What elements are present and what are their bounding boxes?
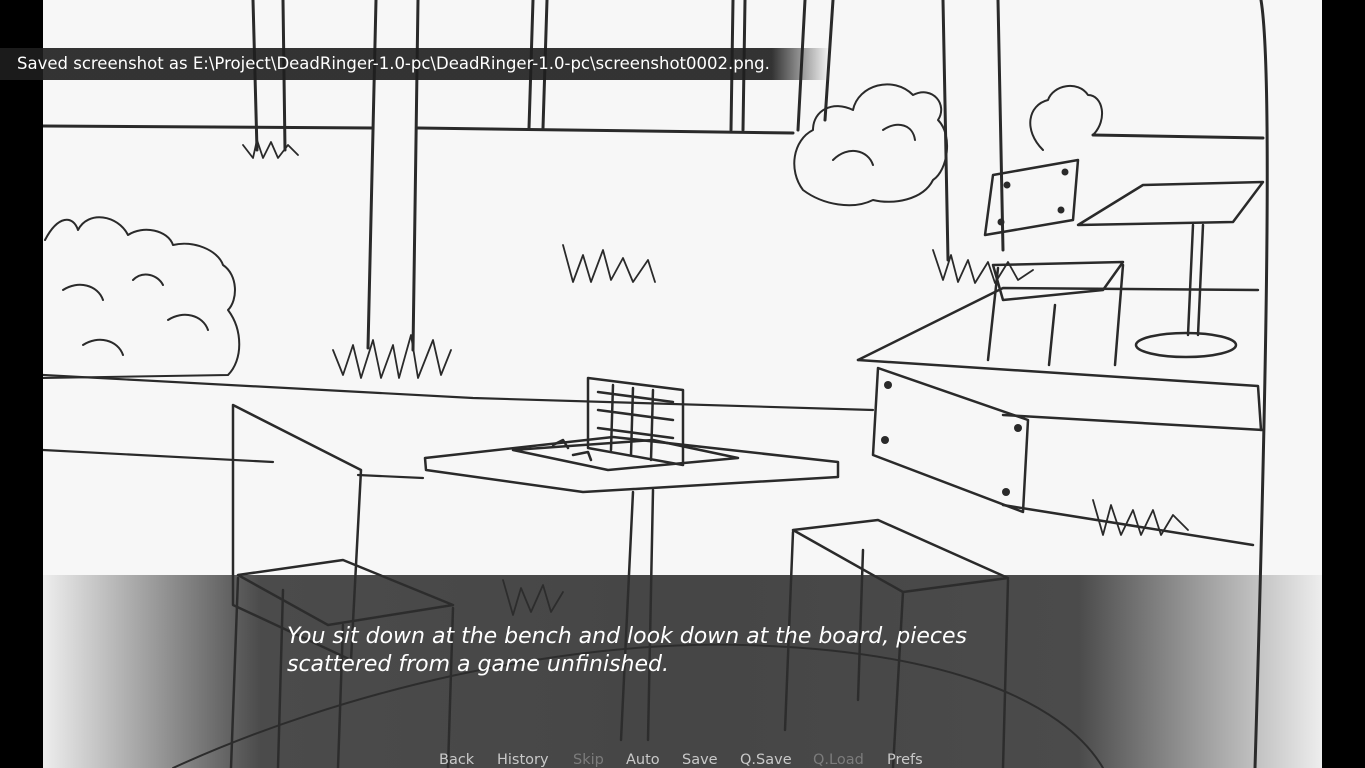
window-rails bbox=[43, 124, 1265, 140]
prefs-button[interactable]: Prefs bbox=[887, 752, 923, 768]
game-viewport[interactable]: You sit down at the bench and look down … bbox=[43, 0, 1322, 768]
back-button[interactable]: Back bbox=[439, 752, 474, 768]
ledge bbox=[43, 373, 875, 480]
chair-back-platform bbox=[983, 158, 1125, 367]
screenshot-saved-notification: Saved screenshot as E:\Project\DeadRinge… bbox=[17, 54, 770, 73]
quick-load-button[interactable]: Q.Load bbox=[813, 752, 864, 768]
auto-button[interactable]: Auto bbox=[626, 752, 660, 768]
bush-left bbox=[43, 216, 241, 379]
history-button[interactable]: History bbox=[497, 752, 549, 768]
save-button[interactable]: Save bbox=[682, 752, 718, 768]
grass-tufts bbox=[242, 139, 1189, 616]
quick-save-button[interactable]: Q.Save bbox=[740, 752, 792, 768]
table-platform bbox=[1076, 180, 1265, 359]
skip-button[interactable]: Skip bbox=[573, 752, 604, 768]
dialogue-box[interactable]: You sit down at the bench and look down … bbox=[43, 575, 1322, 768]
bush-right bbox=[793, 83, 1103, 207]
dialogue-text: You sit down at the bench and look down … bbox=[287, 624, 967, 677]
platform bbox=[856, 286, 1265, 547]
quick-menu: Back History Skip Auto Save Q.Save Q.Loa… bbox=[43, 752, 1322, 768]
